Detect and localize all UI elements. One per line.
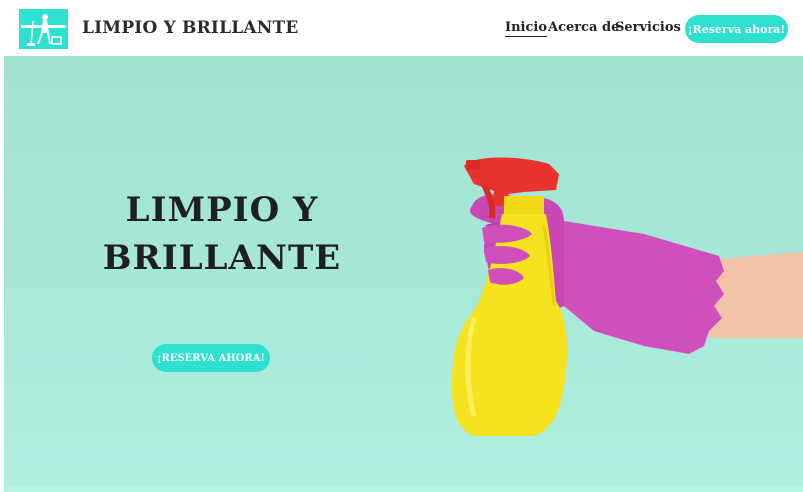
nav-item-acerca-de[interactable]: Acerca de	[548, 20, 619, 35]
nav-item-servicios[interactable]: Servicios	[615, 20, 681, 35]
hero-section: LIMPIO Y BRILLANTE ¡RESERVA AHORA!	[4, 56, 803, 492]
nav-item-inicio[interactable]: Inicio	[505, 20, 547, 37]
hero-bottom-band	[4, 486, 803, 492]
hero-title-line-1: LIMPIO Y	[125, 190, 319, 230]
site-header: LIMPIO Y BRILLANTE Inicio Acerca de Serv…	[0, 0, 803, 56]
hero-reserve-button[interactable]: ¡RESERVA AHORA!	[152, 344, 270, 372]
reserve-now-button[interactable]: ¡Reserva ahora!	[685, 15, 788, 43]
hero-title-line-2: BRILLANTE	[102, 238, 342, 278]
cleaning-person-logo-icon[interactable]	[19, 9, 68, 49]
brand-name[interactable]: LIMPIO Y BRILLANTE	[82, 18, 299, 38]
hero-title: LIMPIO Y BRILLANTE	[72, 186, 372, 282]
